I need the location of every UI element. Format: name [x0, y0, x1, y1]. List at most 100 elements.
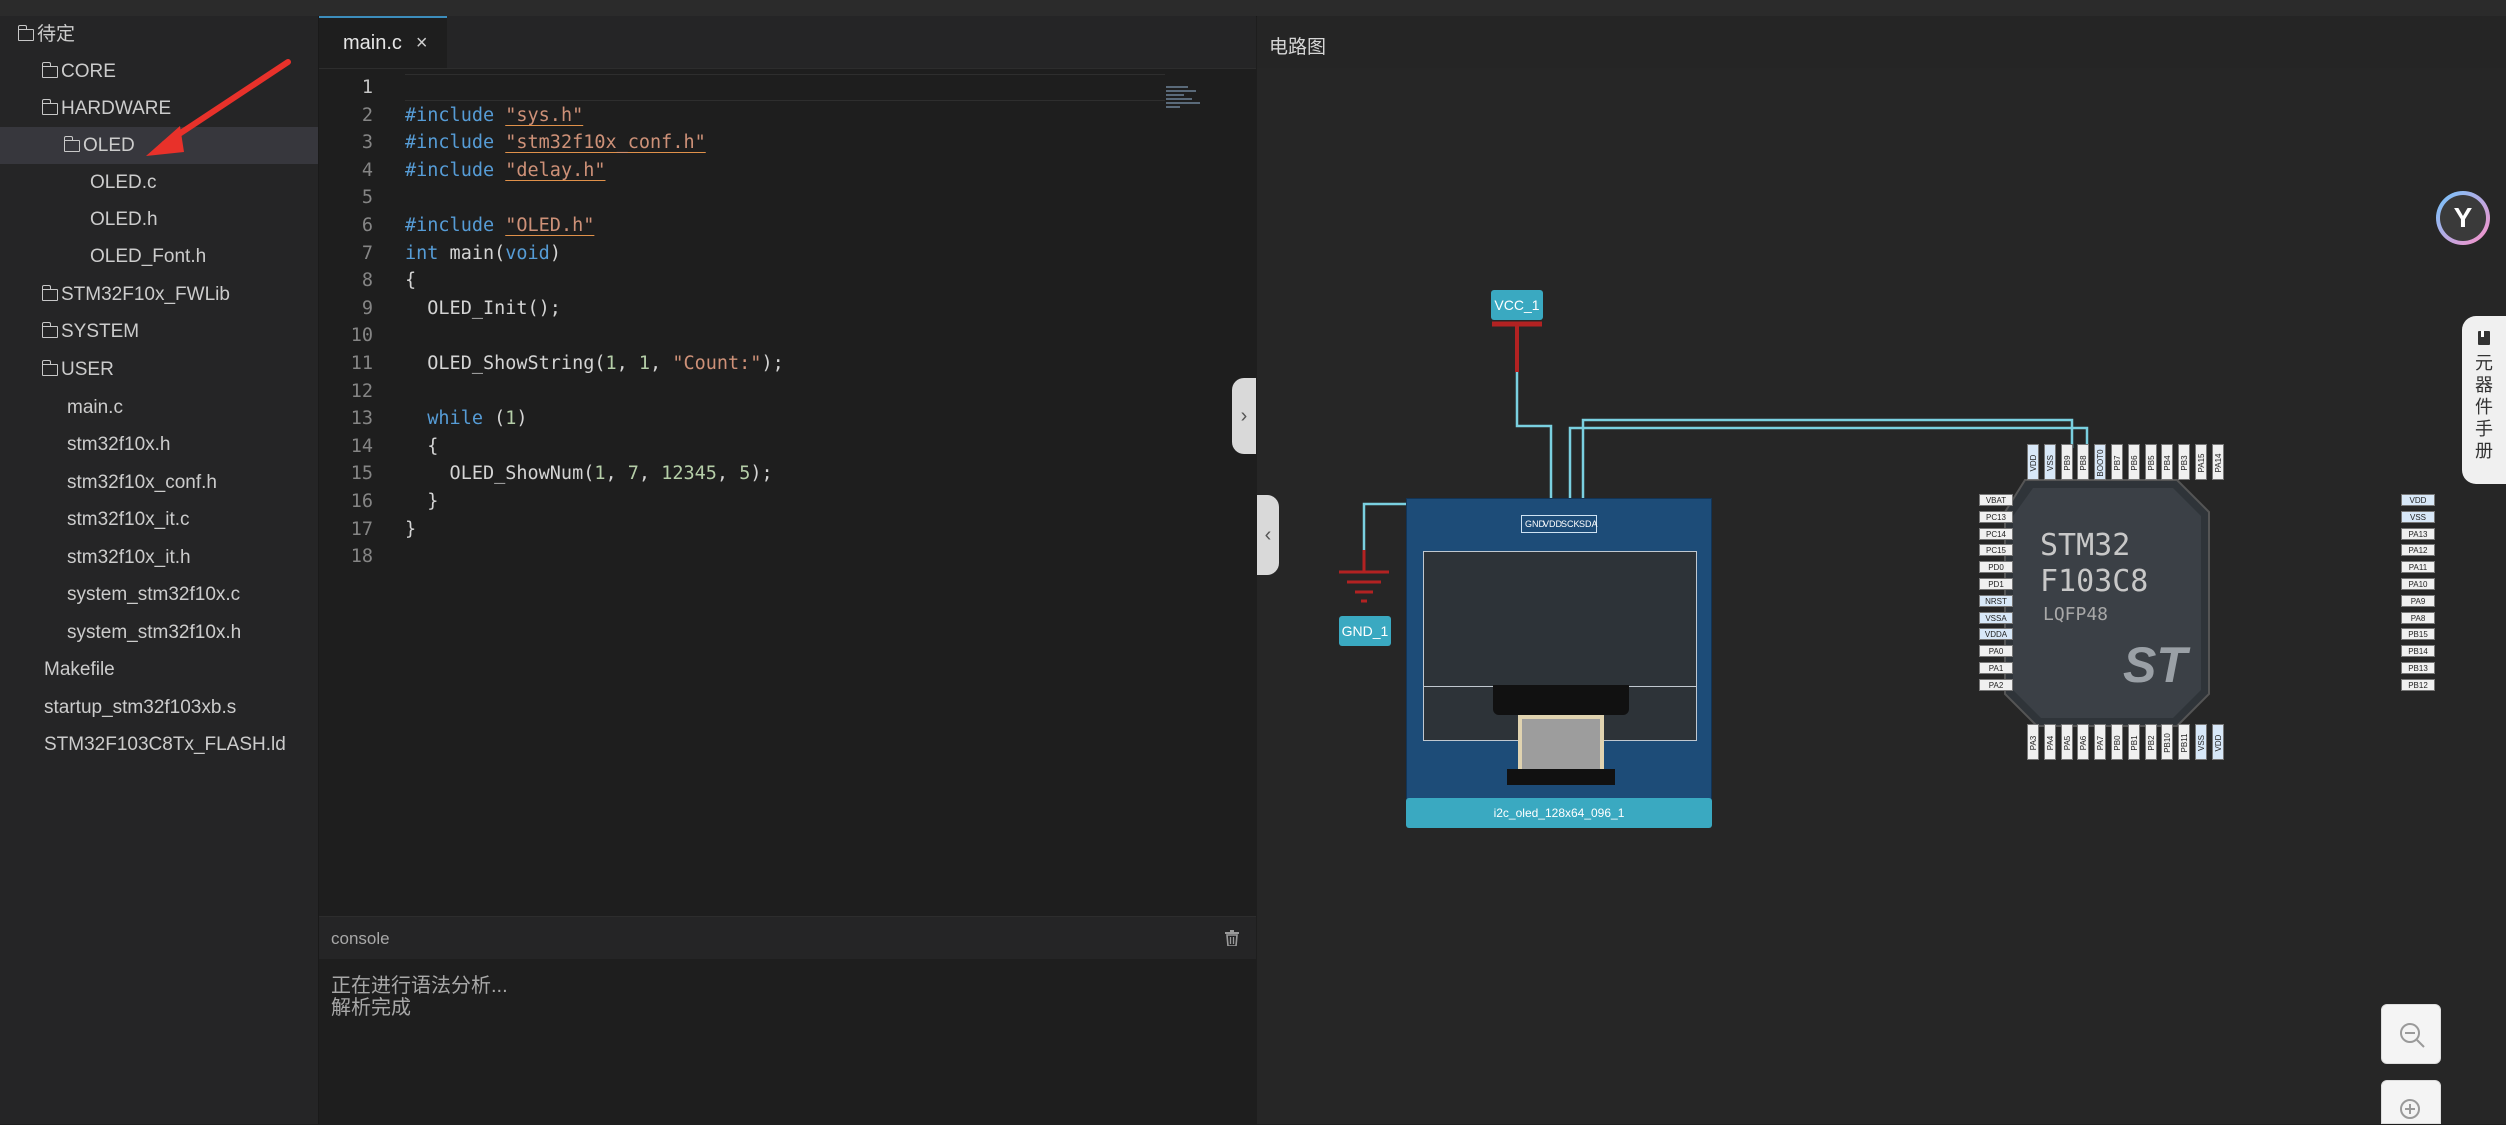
mcu-pin[interactable]: PB4: [2161, 444, 2174, 480]
mcu-pin-label: PB13: [2408, 664, 2428, 673]
zoom-out-button[interactable]: [2381, 1004, 2441, 1064]
mcu-pin[interactable]: PA6: [2077, 724, 2090, 760]
code-line: 16 }: [319, 488, 1256, 515]
mcu-pin-label: PB6: [2129, 455, 2139, 471]
tree-item-file[interactable]: startup_stm32f103xb.s: [44, 689, 236, 726]
mcu-pin[interactable]: PA11: [2401, 561, 2435, 574]
mcu-pin[interactable]: PB5: [2144, 444, 2157, 480]
mcu-pin[interactable]: PB0: [2111, 724, 2123, 760]
tree-item-file[interactable]: stm32f10x.h: [67, 426, 171, 463]
tree-item-folder[interactable]: USER: [41, 351, 114, 388]
mcu-pin[interactable]: VDD: [2027, 444, 2039, 480]
mcu-pin[interactable]: PB14: [2401, 645, 2435, 658]
mcu-pin[interactable]: PC15: [1979, 544, 2013, 557]
gnd-label[interactable]: GND_1: [1339, 616, 1391, 646]
tree-item-file[interactable]: system_stm32f10x.h: [67, 614, 241, 651]
tree-item-file[interactable]: STM32F103C8Tx_FLASH.ld: [44, 726, 286, 763]
tree-item-file[interactable]: system_stm32f10x.c: [67, 576, 240, 613]
mcu-pin[interactable]: PB6: [2127, 444, 2140, 480]
component-manual-tab[interactable]: 元器件手册: [2462, 316, 2506, 484]
line-number: 1: [361, 77, 373, 98]
mcu-pin[interactable]: PA10: [2401, 578, 2435, 590]
tree-item-file[interactable]: stm32f10x_conf.h: [67, 464, 217, 501]
mcu-pin[interactable]: PA12: [2401, 544, 2435, 557]
mcu-pin[interactable]: PA0: [1979, 645, 2013, 658]
mcu-pin[interactable]: VSS: [2401, 510, 2435, 523]
mcu-pin[interactable]: PA8: [2401, 611, 2435, 624]
mcu-pin[interactable]: NRST: [1979, 594, 2013, 607]
tree-item-file[interactable]: main.c: [67, 389, 123, 426]
mcu-pin[interactable]: VSSA: [1979, 611, 2013, 624]
mcu-chip[interactable]: STM32 F103C8 LQFP48 ST: [1977, 444, 2237, 760]
line-number: 16: [350, 491, 373, 512]
folder-icon: [41, 322, 58, 338]
folder-icon: [17, 25, 34, 41]
vcc-label[interactable]: VCC_1: [1491, 290, 1543, 320]
tree-item-label: startup_stm32f103xb.s: [44, 697, 237, 718]
mcu-pin[interactable]: PB3: [2178, 444, 2191, 480]
mcu-pin[interactable]: VDDA: [1979, 628, 2013, 641]
assistant-icon: Y: [2440, 195, 2486, 241]
mcu-pin[interactable]: PD0: [1979, 561, 2013, 574]
code-line: 1: [319, 74, 1256, 101]
mcu-pin-label: PA12: [2408, 546, 2428, 556]
oled-module[interactable]: GND VDD SCK SDA: [1406, 498, 1712, 802]
tree-item-folder[interactable]: 待定: [0, 16, 318, 53]
tree-item-file[interactable]: Makefile: [44, 651, 115, 688]
mcu-pin[interactable]: PC14: [1979, 527, 2013, 540]
tree-item-file[interactable]: OLED_Font.h: [90, 238, 206, 275]
mcu-pin[interactable]: PB13: [2401, 662, 2435, 674]
annotation-arrow: [146, 59, 291, 156]
mcu-pin-label: NRST: [1985, 596, 2007, 606]
mcu-pin[interactable]: PC13: [1979, 510, 2013, 523]
mcu-pin[interactable]: PA1: [1979, 662, 2013, 674]
mcu-pin[interactable]: PA15: [2195, 444, 2207, 480]
mcu-pin[interactable]: VSS: [2043, 444, 2056, 480]
mcu-pin[interactable]: PB12: [2401, 678, 2435, 691]
tree-item-file[interactable]: OLED.h: [90, 201, 158, 238]
mcu-pin[interactable]: PB10: [2161, 724, 2174, 760]
close-icon[interactable]: ×: [416, 32, 428, 55]
mcu-pin[interactable]: PB7: [2111, 444, 2123, 480]
tree-item-folder[interactable]: STM32F10x_FWLib: [41, 276, 230, 313]
mcu-pin[interactable]: PB8: [2077, 444, 2090, 480]
mcu-pin[interactable]: VDD: [2401, 494, 2435, 506]
mcu-pin-label: PA1: [1988, 664, 2004, 673]
mcu-pin[interactable]: PA14: [2211, 444, 2224, 480]
tree-item-folder[interactable]: SYSTEM: [41, 313, 139, 350]
tree-item-file[interactable]: stm32f10x_it.h: [67, 539, 191, 576]
mcu-pin[interactable]: PB11: [2178, 724, 2191, 760]
mcu-pin[interactable]: PB15: [2401, 628, 2435, 641]
mcu-pin[interactable]: PA13: [2401, 527, 2435, 540]
tree-item-file[interactable]: stm32f10x_it.c: [67, 501, 190, 538]
mcu-pin[interactable]: PA4: [2043, 724, 2056, 760]
collapse-left-handle[interactable]: ‹: [1257, 495, 1279, 575]
mcu-pin[interactable]: PA7: [2094, 724, 2107, 760]
oled-label[interactable]: i2c_oled_128x64_096_1: [1406, 798, 1712, 828]
mcu-pin[interactable]: PB2: [2144, 724, 2157, 760]
mcu-pin-label: PB10: [2163, 733, 2173, 753]
circuit-panel[interactable]: 电路图 VCC_1 GND_1 GND VDD SCK SDA i2c_oled…: [1257, 16, 2506, 1124]
folder-icon: [41, 99, 58, 115]
mcu-pin[interactable]: PB1: [2127, 724, 2140, 760]
assistant-avatar[interactable]: Y: [2436, 191, 2490, 245]
mcu-pin[interactable]: VBAT: [1979, 494, 2013, 506]
mcu-pin[interactable]: PA9: [2401, 594, 2435, 607]
mcu-pin[interactable]: PA3: [2027, 724, 2039, 760]
tree-item-label: OLED_Font.h: [90, 246, 207, 267]
tree-item-file[interactable]: OLED.c: [90, 164, 157, 201]
line-number: 17: [350, 518, 373, 540]
tab-main-c[interactable]: main.c ×: [319, 16, 447, 68]
collapse-right-handle[interactable]: ›: [1232, 378, 1256, 454]
mcu-pin[interactable]: PD1: [1979, 578, 2013, 590]
mcu-pin[interactable]: PB9: [2060, 444, 2073, 480]
mcu-pin-label: PC15: [1985, 546, 2006, 556]
mcu-pin[interactable]: PA5: [2060, 724, 2073, 760]
mcu-pin[interactable]: VDD: [2211, 724, 2224, 760]
trash-icon[interactable]: [1225, 930, 1239, 946]
mcu-pin[interactable]: VSS: [2195, 724, 2207, 760]
tree-item-label: OLED.h: [90, 209, 158, 230]
mcu-pin[interactable]: BOOT0: [2094, 444, 2107, 480]
zoom-in-button[interactable]: [2381, 1080, 2441, 1124]
mcu-pin[interactable]: PA2: [1979, 678, 2013, 691]
